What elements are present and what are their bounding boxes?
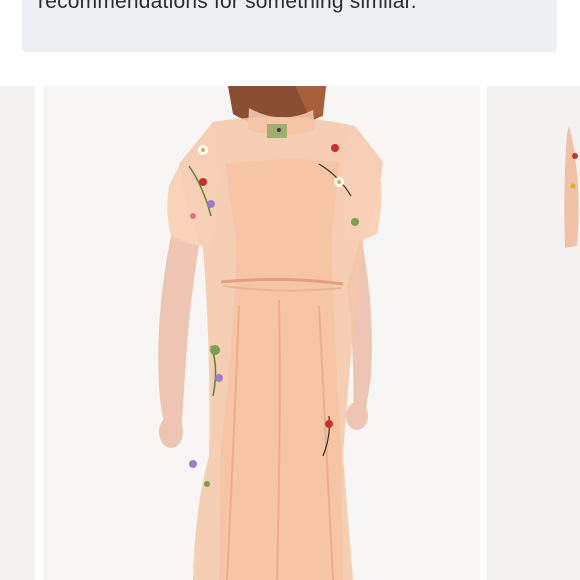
product-image-carousel[interactable] [0, 86, 580, 580]
dress-illustration [43, 86, 480, 580]
next-product-photo[interactable] [487, 86, 580, 580]
main-product-photo[interactable] [43, 86, 480, 580]
previous-product-photo[interactable] [0, 86, 35, 580]
notice-text: recommendations for something similar. [38, 0, 417, 13]
info-notice: recommendations for something similar. [22, 0, 557, 52]
